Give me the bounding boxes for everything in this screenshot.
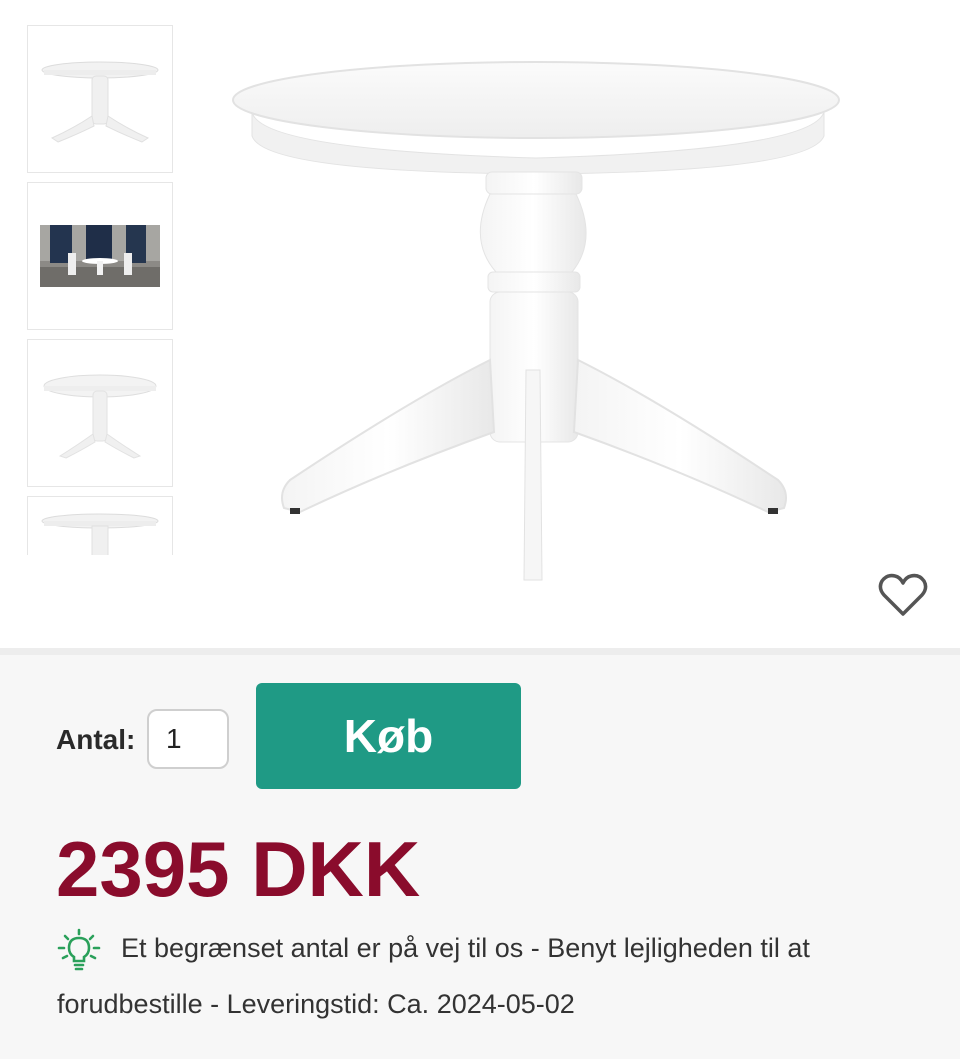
product-gallery: [0, 0, 960, 648]
quantity-input[interactable]: [147, 709, 229, 769]
table-angle-thumbnail-icon: [43, 374, 157, 459]
thumbnail-4[interactable]: [27, 496, 173, 555]
table-partial-thumbnail-icon: [41, 513, 159, 555]
quantity-label: Antal:: [56, 724, 136, 755]
product-main-image[interactable]: [220, 40, 860, 600]
lightbulb-icon: [57, 928, 101, 971]
favorite-heart-icon[interactable]: [876, 570, 930, 620]
stock-notice-line-2: forudbestille - Leveringstid: Ca. 2024-0…: [57, 989, 575, 1019]
thumbnail-3[interactable]: [27, 339, 173, 487]
stock-notice-line-1: Et begrænset antal er på vej til os - Be…: [121, 933, 810, 963]
table-thumbnail-icon: [41, 61, 159, 143]
thumbnail-strip[interactable]: [27, 25, 175, 555]
buy-button[interactable]: Køb: [256, 683, 521, 789]
price: 2395 DKK: [56, 825, 421, 913]
thumbnail-2[interactable]: [27, 182, 173, 330]
thumbnail-1[interactable]: [27, 25, 173, 173]
room-scene-icon: [40, 225, 160, 287]
